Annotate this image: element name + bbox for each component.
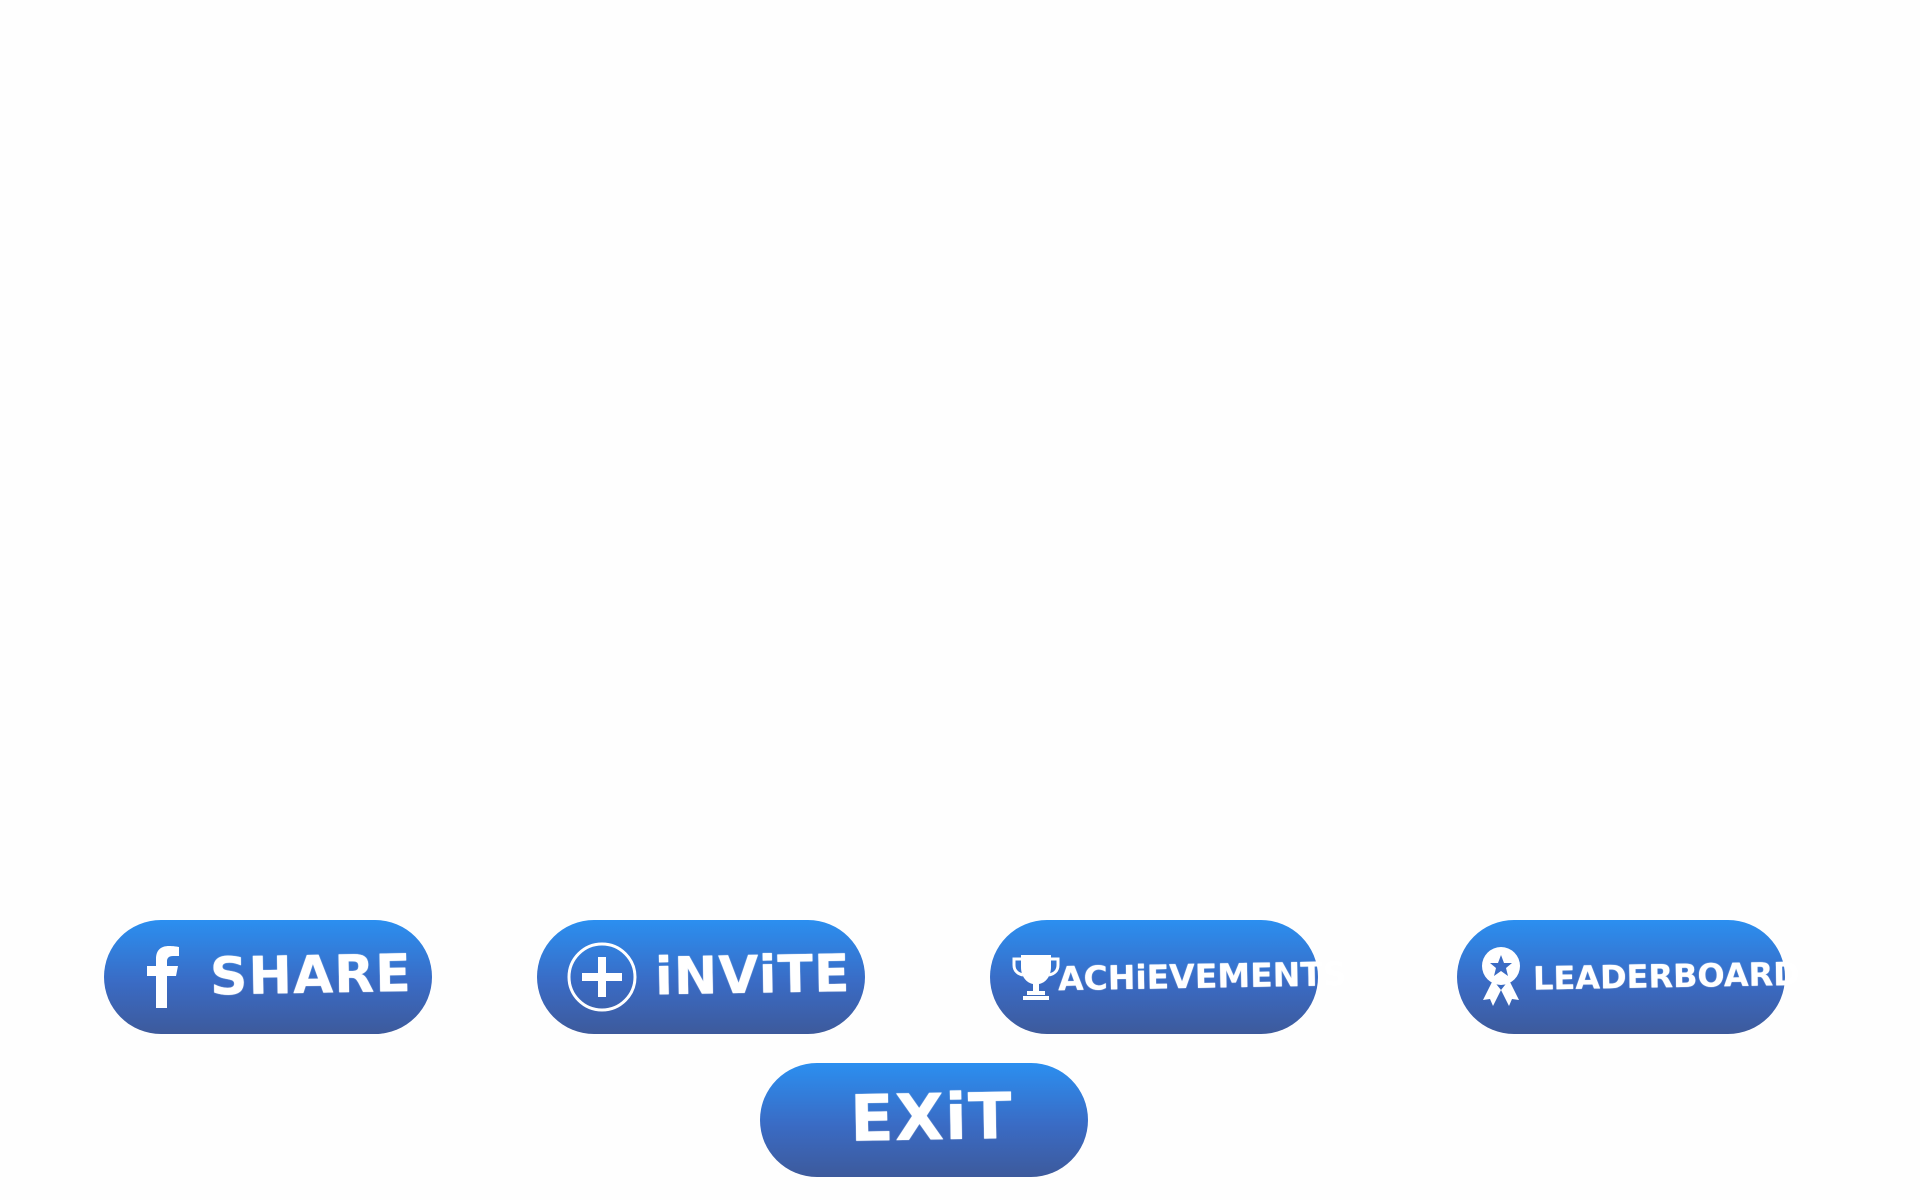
invite-label: iNViTE <box>654 944 852 1008</box>
share-label: SHARE <box>209 944 413 1008</box>
invite-button[interactable]: iNViTE <box>537 920 865 1034</box>
achievements-button[interactable]: ACHiEVEMENTS <box>990 920 1347 1034</box>
exit-label: EXiT <box>849 1080 1014 1157</box>
facebook-icon <box>147 946 179 1008</box>
game-menu-screen: SHARE iNViTE ACHiEVEMENTS LEADERBOARD EX… <box>0 0 1920 1200</box>
share-button[interactable]: SHARE <box>104 920 432 1034</box>
achievements-label: ACHiEVEMENTS <box>1057 954 1347 999</box>
leaderboard-button[interactable]: LEADERBOARD <box>1457 920 1800 1034</box>
plus-circle-icon <box>567 942 637 1012</box>
award-ribbon-icon <box>1482 947 1520 1006</box>
leaderboard-label: LEADERBOARD <box>1532 954 1801 998</box>
trophy-icon <box>1012 955 1060 1000</box>
exit-button[interactable]: EXiT <box>760 1063 1088 1177</box>
